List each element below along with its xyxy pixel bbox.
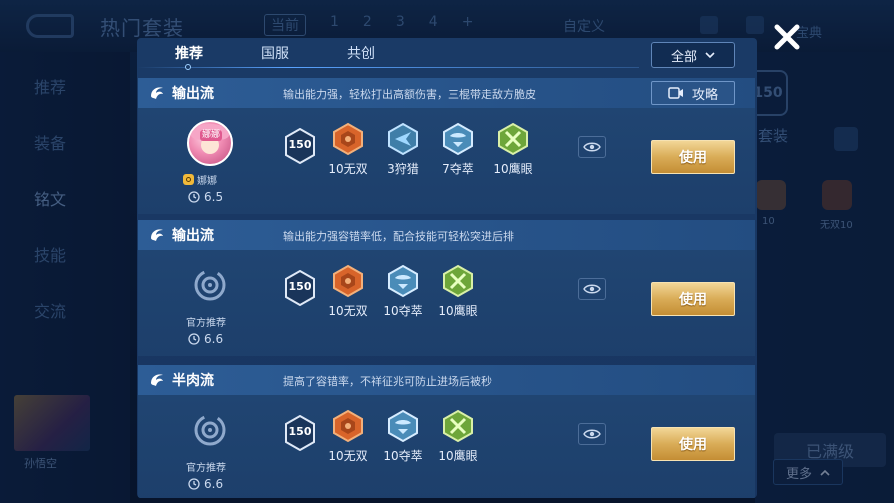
modal-tabs: 推荐 国服 共创 全部	[137, 38, 757, 70]
style-icon	[148, 371, 166, 389]
rune-slot[interactable]: 10夺萃	[377, 264, 429, 319]
clock-icon	[188, 333, 200, 345]
official-recommend-label: 官方推荐	[186, 463, 226, 474]
eye-icon	[583, 284, 601, 294]
use-button[interactable]: 使用	[651, 427, 735, 461]
official-logo-icon	[193, 413, 227, 447]
tab-co-create[interactable]: 共创	[347, 43, 375, 63]
rune-set-card: 输出流 输出能力强，轻松打出高额伤害，三棍带走敌方脆皮 攻略 娜娜 娜娜 6.5…	[138, 78, 755, 214]
style-description: 提高了容错率，不祥征兆可防止进场后被秒	[283, 375, 492, 388]
tab-recommended[interactable]: 推荐	[175, 43, 203, 63]
official-recommend-label: 官方推荐	[186, 318, 226, 329]
rune-label: 7夺萃	[442, 162, 474, 176]
rune-label: 10夺萃	[383, 304, 423, 318]
rune-slot[interactable]: 10鹰眼	[432, 409, 484, 464]
clock-icon	[188, 191, 200, 203]
rating-value: 6.6	[204, 332, 224, 346]
avatar-badge: 娜娜	[200, 130, 223, 141]
guide-button[interactable]: 攻略	[651, 81, 735, 105]
close-button[interactable]	[772, 22, 802, 52]
card-header: 输出流 输出能力强容错率低，配合技能可轻松突进后排	[138, 220, 755, 250]
rune-red-icon	[331, 264, 365, 298]
style-description: 输出能力强容错率低，配合技能可轻松突进后排	[283, 230, 514, 243]
style-icon	[148, 84, 166, 102]
rune-slot[interactable]: 7夺萃	[432, 122, 484, 177]
rune-green-icon	[441, 264, 475, 298]
style-name: 半肉流	[172, 373, 214, 389]
card-header: 半肉流 提高了容错率，不祥征兆可防止进场后被秒	[138, 365, 755, 395]
style-name: 输出流	[172, 86, 214, 102]
author-name: 娜娜	[197, 176, 217, 187]
rune-slot[interactable]: 3狩猎	[377, 122, 429, 177]
rune-label: 10鹰眼	[438, 304, 478, 318]
chevron-down-icon	[705, 51, 715, 58]
author-info: 官方推荐 6.6	[178, 262, 238, 350]
eye-icon	[583, 429, 601, 439]
card-body: 官方推荐 6.6 150 10无双 10夺萃 10鹰眼 使用	[138, 395, 755, 498]
guide-label: 攻略	[691, 87, 718, 103]
rune-slot[interactable]: 10鹰眼	[487, 122, 539, 177]
use-button[interactable]: 使用	[651, 282, 735, 316]
rune-label: 3狩猎	[387, 162, 419, 176]
rune-set-card: 半肉流 提高了容错率，不祥征兆可防止进场后被秒 官方推荐 6.6 150 10无…	[138, 365, 755, 498]
level-badge: 150	[284, 127, 316, 165]
tab-underline	[137, 67, 639, 68]
rating: 6.5	[188, 190, 223, 204]
preview-button[interactable]	[578, 136, 606, 158]
card-body: 娜娜 娜娜 6.5 150 10无双 3狩猎 7夺萃 10鹰眼 使用	[138, 108, 755, 214]
eye-icon	[583, 142, 601, 152]
instagram-icon	[183, 174, 194, 185]
tab-national-server[interactable]: 国服	[261, 43, 289, 63]
rating-value: 6.6	[204, 477, 224, 491]
video-icon	[668, 87, 683, 99]
rune-blue-icon	[441, 122, 475, 156]
level-badge: 150	[284, 269, 316, 307]
author-tag: 娜娜	[183, 172, 217, 187]
rune-green-icon	[496, 122, 530, 156]
style-icon	[148, 226, 166, 244]
official-logo-icon	[193, 268, 227, 302]
rune-slot[interactable]: 10无双	[322, 122, 374, 177]
clock-icon	[188, 478, 200, 490]
preview-button[interactable]	[578, 278, 606, 300]
style-name: 输出流	[172, 228, 214, 244]
rune-set-card: 输出流 输出能力强容错率低，配合技能可轻松突进后排 官方推荐 6.6 150 1…	[138, 220, 755, 356]
close-icon	[774, 24, 800, 50]
rune-slot[interactable]: 10夺萃	[377, 409, 429, 464]
author-info: 官方推荐 6.6	[178, 407, 238, 495]
style-description: 输出能力强，轻松打出高额伤害，三棍带走敌方脆皮	[283, 88, 536, 101]
filter-dropdown[interactable]: 全部	[651, 42, 735, 68]
rune-label: 10鹰眼	[438, 449, 478, 463]
recommended-runes-modal: 推荐 国服 共创 全部 输出流 输出能力强，轻松打出高额伤害，三棍带走敌方脆皮 …	[137, 38, 757, 498]
preview-button[interactable]	[578, 423, 606, 445]
filter-label: 全部	[670, 49, 697, 65]
rune-slot[interactable]: 10无双	[322, 264, 374, 319]
avatar: 娜娜	[187, 120, 233, 166]
rune-green-icon	[441, 409, 475, 443]
rune-blue-icon	[386, 122, 420, 156]
rune-label: 10无双	[328, 449, 368, 463]
author-info[interactable]: 娜娜 娜娜 6.5	[178, 120, 238, 208]
rune-label: 10夺萃	[383, 449, 423, 463]
card-header: 输出流 输出能力强，轻松打出高额伤害，三棍带走敌方脆皮 攻略	[138, 78, 755, 108]
rune-red-icon	[331, 409, 365, 443]
rune-label: 10鹰眼	[493, 162, 533, 176]
level-badge: 150	[284, 414, 316, 452]
rune-label: 10无双	[328, 304, 368, 318]
rating: 6.6	[188, 332, 223, 346]
rating: 6.6	[188, 477, 223, 491]
rating-value: 6.5	[204, 190, 224, 204]
rune-red-icon	[331, 122, 365, 156]
rune-slot[interactable]: 10无双	[322, 409, 374, 464]
rune-blue-icon	[386, 409, 420, 443]
active-tab-indicator	[185, 64, 191, 70]
rune-slot[interactable]: 10鹰眼	[432, 264, 484, 319]
card-body: 官方推荐 6.6 150 10无双 10夺萃 10鹰眼 使用	[138, 250, 755, 356]
rune-blue-icon	[386, 264, 420, 298]
use-button[interactable]: 使用	[651, 140, 735, 174]
rune-label: 10无双	[328, 162, 368, 176]
